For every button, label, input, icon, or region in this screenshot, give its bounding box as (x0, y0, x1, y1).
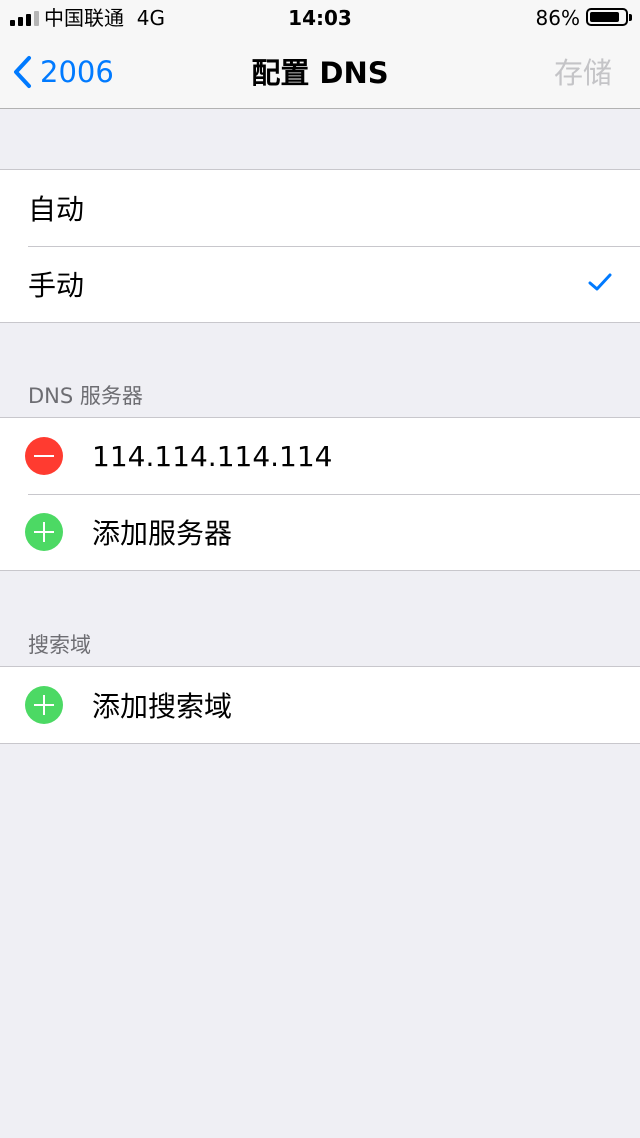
battery-cap (629, 14, 632, 21)
status-bar: 中国联通 4G 14:03 86% (0, 0, 640, 36)
dns-section-header: DNS 服务器 (28, 384, 143, 408)
checkmark-icon (588, 273, 612, 296)
mode-option-label: 自动 (28, 193, 85, 226)
battery-icon (586, 8, 628, 26)
add-search-domain-icon[interactable] (25, 686, 63, 724)
add-search-domain-label: 添加搜索域 (92, 690, 233, 723)
dns-server-address[interactable]: 114.114.114.114 (92, 440, 332, 473)
navigation-bar: 2006 配置 DNS 存储 (0, 36, 640, 109)
mode-option-manual[interactable]: 手动 (0, 246, 640, 322)
add-search-domain-row[interactable]: 添加搜索域 (0, 667, 640, 743)
add-server-label: 添加服务器 (92, 517, 233, 550)
battery-percent: 86% (535, 6, 580, 30)
save-button[interactable]: 存储 (554, 56, 612, 90)
delete-server-button[interactable] (25, 437, 63, 475)
mode-option-automatic[interactable]: 自动 (0, 170, 640, 246)
page-title: 配置 DNS (251, 56, 389, 90)
add-server-row[interactable]: 添加服务器 (0, 494, 640, 570)
add-server-icon[interactable] (25, 513, 63, 551)
dns-server-row[interactable]: 114.114.114.114 (0, 418, 640, 494)
battery-fill (590, 12, 619, 22)
search-domains-group: 添加搜索域 (0, 666, 640, 744)
dns-servers-group: 114.114.114.114 添加服务器 (0, 417, 640, 571)
dns-mode-group: 自动 手动 (0, 169, 640, 323)
search-domain-section-header: 搜索域 (28, 633, 91, 657)
mode-option-label: 手动 (28, 269, 85, 302)
